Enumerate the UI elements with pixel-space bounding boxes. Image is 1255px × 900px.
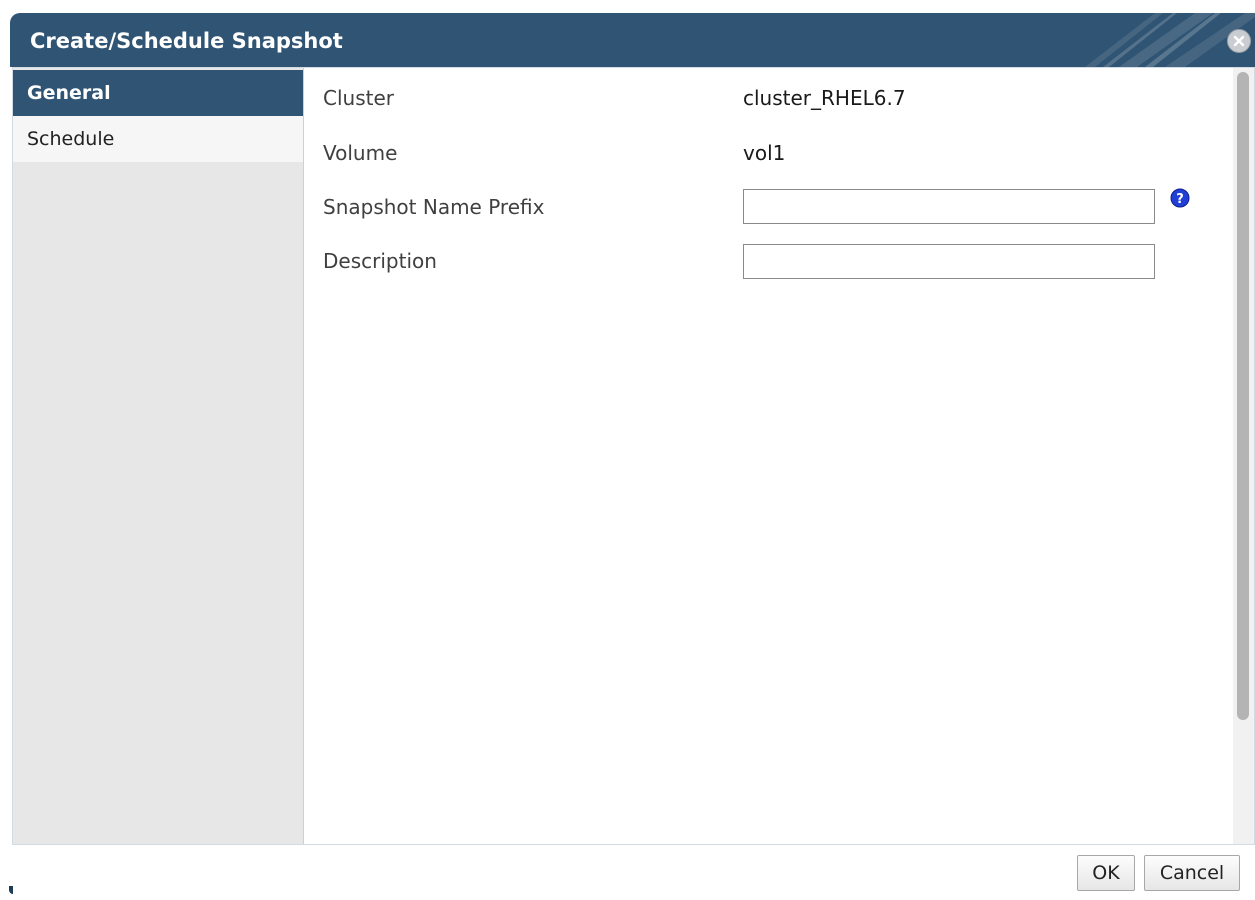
dialog-body: General Schedule Cluster cluster_RHEL6.7… <box>12 67 1255 845</box>
titlebar-decoration <box>1085 13 1255 67</box>
svg-text:?: ? <box>1176 192 1184 207</box>
dialog-titlebar: Create/Schedule Snapshot <box>10 13 1255 67</box>
create-schedule-snapshot-dialog: Create/Schedule Snapshot General Schedul… <box>0 0 1255 900</box>
cluster-value: cluster_RHEL6.7 <box>743 86 906 110</box>
window-corner <box>9 886 13 894</box>
dialog-title: Create/Schedule Snapshot <box>30 29 343 53</box>
description-label: Description <box>323 249 437 273</box>
help-icon[interactable]: ? <box>1170 188 1190 208</box>
scrollbar-thumb[interactable] <box>1237 72 1249 720</box>
general-form: Cluster cluster_RHEL6.7 Volume vol1 Snap… <box>304 68 1234 844</box>
close-button[interactable] <box>1227 29 1251 53</box>
close-icon <box>1233 35 1245 47</box>
snapshot-name-prefix-input[interactable] <box>743 189 1155 224</box>
snapshot-name-prefix-label: Snapshot Name Prefix <box>323 195 545 219</box>
cancel-button[interactable]: Cancel <box>1144 855 1240 891</box>
description-input[interactable] <box>743 244 1155 279</box>
tab-sidebar: General Schedule <box>13 68 304 844</box>
tab-general[interactable]: General <box>13 70 303 116</box>
volume-value: vol1 <box>743 141 786 165</box>
cluster-label: Cluster <box>323 86 394 110</box>
ok-button[interactable]: OK <box>1077 855 1135 891</box>
tab-schedule[interactable]: Schedule <box>13 116 303 162</box>
volume-label: Volume <box>323 141 398 165</box>
vertical-scrollbar[interactable] <box>1233 68 1254 844</box>
